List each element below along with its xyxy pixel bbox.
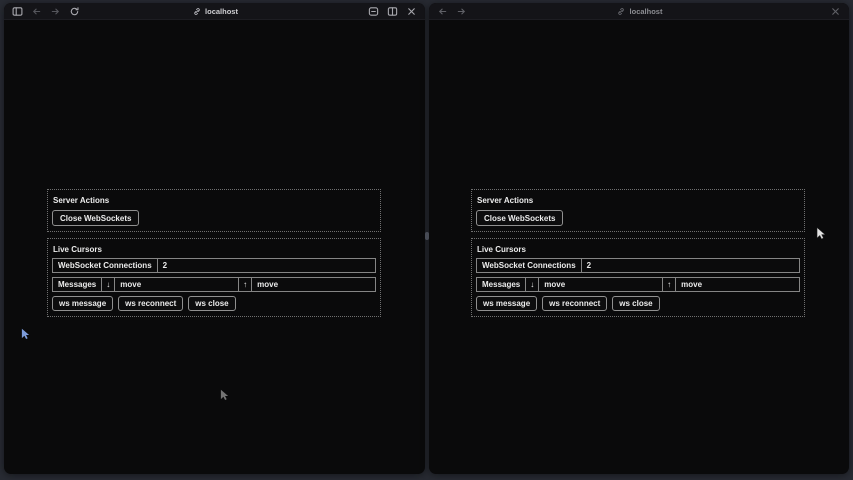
close-websockets-button[interactable]: Close WebSockets (52, 210, 139, 226)
received-message-value: move (114, 278, 238, 291)
server-actions-legend: Server Actions (52, 194, 376, 209)
received-arrow-icon: ↓ (525, 278, 538, 291)
websocket-connections-row: WebSocket Connections 2 (52, 258, 376, 273)
sent-arrow-icon: ↑ (662, 278, 675, 291)
back-button-icon[interactable] (437, 6, 448, 17)
messages-label: Messages (477, 278, 525, 291)
received-message-value: move (538, 278, 662, 291)
ws-reconnect-button[interactable]: ws reconnect (118, 296, 183, 311)
url-display[interactable]: localhost (616, 3, 663, 20)
messages-row: Messages ↓ move ↑ move (52, 277, 376, 292)
reader-view-icon[interactable] (368, 6, 379, 17)
demo-panel: Server Actions Close WebSockets Live Cur… (471, 189, 805, 323)
browser-window-right: localhost Server Actions Close WebSocket… (429, 3, 849, 474)
live-cursors-fieldset: Live Cursors WebSocket Connections 2 Mes… (471, 238, 805, 317)
connections-label: WebSocket Connections (477, 259, 581, 272)
received-arrow-icon: ↓ (101, 278, 114, 291)
server-actions-legend: Server Actions (476, 194, 800, 209)
browser-window-left: localhost Server Actions Close WebSocket… (4, 3, 425, 474)
demo-panel: Server Actions Close WebSockets Live Cur… (47, 189, 381, 323)
titlebar-left-controls (429, 6, 467, 17)
close-websockets-button[interactable]: Close WebSockets (476, 210, 563, 226)
server-actions-fieldset: Server Actions Close WebSockets (47, 189, 381, 232)
url-text: localhost (630, 7, 663, 16)
close-window-icon[interactable] (406, 6, 417, 17)
link-icon (616, 6, 627, 17)
url-display[interactable]: localhost (191, 3, 238, 20)
ws-close-button[interactable]: ws close (188, 296, 235, 311)
ws-buttons-row: ws message ws reconnect ws close (52, 296, 376, 311)
ws-message-button[interactable]: ws message (476, 296, 537, 311)
sent-message-value: move (251, 278, 375, 291)
sidebar-toggle-icon[interactable] (12, 6, 23, 17)
back-button-icon[interactable] (31, 6, 42, 17)
connections-value: 2 (581, 259, 799, 272)
sent-message-value: move (675, 278, 799, 291)
split-view-icon[interactable] (387, 6, 398, 17)
live-cursors-legend: Live Cursors (476, 243, 800, 258)
messages-row: Messages ↓ move ↑ move (476, 277, 800, 292)
link-icon (191, 6, 202, 17)
server-actions-fieldset: Server Actions Close WebSockets (471, 189, 805, 232)
window-gap-handle[interactable] (425, 232, 429, 240)
titlebar[interactable]: localhost (4, 3, 425, 20)
ws-reconnect-button[interactable]: ws reconnect (542, 296, 607, 311)
titlebar-right-controls (830, 6, 849, 17)
websocket-connections-row: WebSocket Connections 2 (476, 258, 800, 273)
sent-arrow-icon: ↑ (238, 278, 251, 291)
live-cursors-fieldset: Live Cursors WebSocket Connections 2 Mes… (47, 238, 381, 317)
titlebar[interactable]: localhost (429, 3, 849, 20)
messages-label: Messages (53, 278, 101, 291)
ws-message-button[interactable]: ws message (52, 296, 113, 311)
ws-buttons-row: ws message ws reconnect ws close (476, 296, 800, 311)
connections-value: 2 (157, 259, 375, 272)
forward-button-icon[interactable] (456, 6, 467, 17)
titlebar-right-controls (368, 6, 425, 17)
connections-label: WebSocket Connections (53, 259, 157, 272)
live-cursors-legend: Live Cursors (52, 243, 376, 258)
forward-button-icon[interactable] (50, 6, 61, 17)
close-window-icon[interactable] (830, 6, 841, 17)
ws-close-button[interactable]: ws close (612, 296, 659, 311)
reload-button-icon[interactable] (69, 6, 80, 17)
titlebar-left-controls (4, 6, 80, 17)
url-text: localhost (205, 7, 238, 16)
